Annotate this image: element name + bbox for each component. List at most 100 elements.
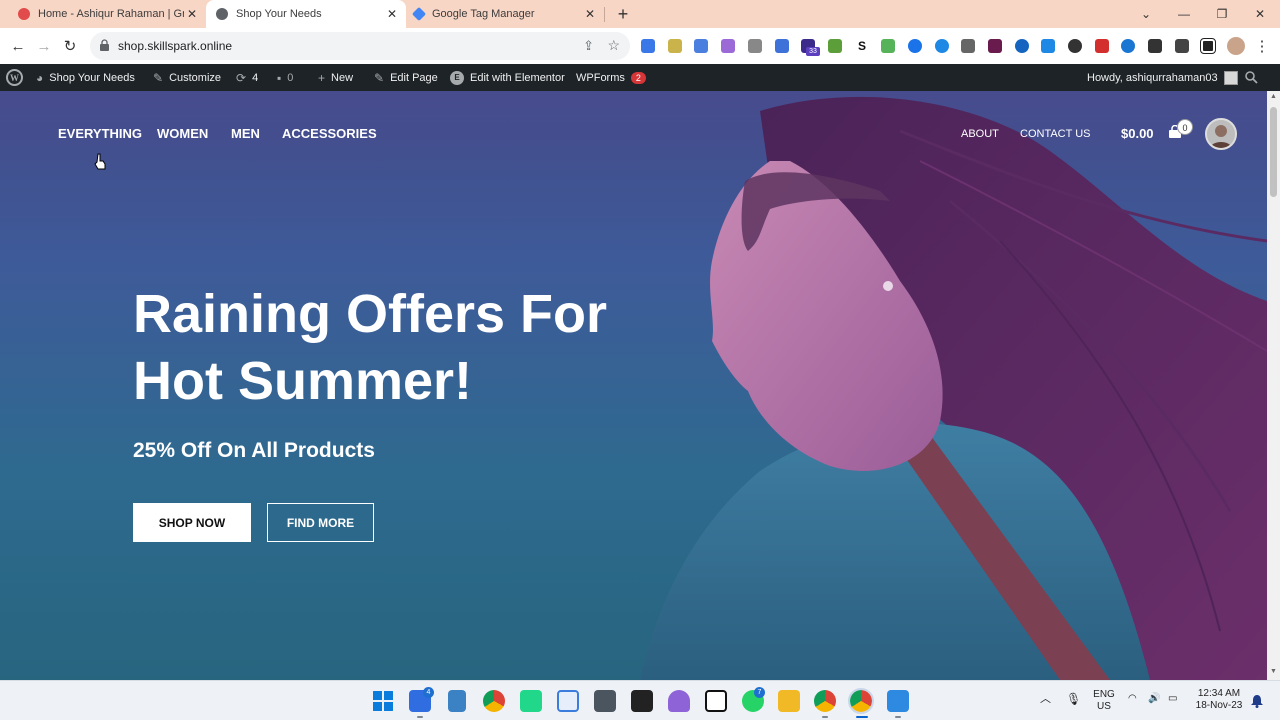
volume-icon[interactable]: 🔊 <box>1148 693 1160 705</box>
profile-avatar-icon[interactable] <box>1227 37 1245 55</box>
notepad-icon[interactable] <box>448 690 466 712</box>
tab-close-icon[interactable]: ✕ <box>384 7 400 21</box>
comments-link[interactable]: ▪ 0 <box>277 64 293 91</box>
puzzle-icon[interactable] <box>1148 39 1162 53</box>
windows-start-icon[interactable] <box>372 690 394 712</box>
tab-shop-your-needs[interactable]: Shop Your Needs ✕ <box>206 0 406 28</box>
extension-icon[interactable] <box>1121 39 1135 53</box>
maximize-button[interactable]: ❐ <box>1202 0 1242 28</box>
menu-kebab-icon[interactable]: ⋮ <box>1250 34 1274 58</box>
extension-icon[interactable] <box>1015 39 1029 53</box>
translate-icon[interactable] <box>694 39 708 53</box>
wpforms-link[interactable]: WPForms 2 <box>576 64 646 91</box>
at-sign-icon[interactable] <box>908 39 922 53</box>
bookmark-star-icon[interactable]: ☆ <box>607 37 620 54</box>
nav-accessories[interactable]: ACCESSORIES <box>282 126 377 141</box>
language-indicator[interactable]: ENG US <box>1092 689 1116 713</box>
plus-icon: + <box>318 70 326 85</box>
extension-icon[interactable] <box>748 39 762 53</box>
new-content-link[interactable]: + New <box>318 64 353 91</box>
tab-favicon-icon <box>18 8 30 20</box>
forward-arrow-icon[interactable]: → <box>32 34 56 58</box>
battery-icon[interactable]: ▭ <box>1168 693 1177 705</box>
cart-total[interactable]: $0.00 <box>1121 126 1154 141</box>
scrollbar-thumb[interactable] <box>1270 107 1277 197</box>
todo-badge: 4 <box>423 687 434 698</box>
shop-now-button[interactable]: SHOP NOW <box>133 503 251 542</box>
extension-icon[interactable] <box>668 39 682 53</box>
find-more-button[interactable]: FIND MORE <box>267 503 374 542</box>
comments-count: 0 <box>287 71 294 84</box>
notion-icon[interactable] <box>705 690 727 712</box>
user-avatar[interactable] <box>1205 118 1237 150</box>
wpforms-notification-badge: 2 <box>630 71 646 84</box>
chrome-icon[interactable] <box>814 690 836 712</box>
chrome-icon[interactable] <box>483 690 505 712</box>
nav-contact-us[interactable]: CONTACT US <box>1020 128 1091 140</box>
new-tab-button[interactable]: + <box>612 3 634 25</box>
nav-everything[interactable]: EVERYTHING <box>58 126 142 141</box>
snipping-tool-icon[interactable] <box>557 690 579 712</box>
pdf-icon[interactable] <box>1095 39 1109 53</box>
extension-icon[interactable] <box>641 39 655 53</box>
sticky-notes-icon[interactable] <box>631 690 653 712</box>
tab-google-tag-manager[interactable]: Google Tag Manager ✕ <box>406 0 604 28</box>
wordpress-icon: W <box>6 69 23 86</box>
admin-search-icon[interactable] <box>1245 64 1258 91</box>
tab-close-icon[interactable]: ✕ <box>184 7 200 21</box>
chevron-up-icon[interactable]: ︿ <box>1040 693 1051 705</box>
minimize-button[interactable]: — <box>1164 0 1204 28</box>
extension-icon[interactable] <box>988 39 1002 53</box>
nav-women[interactable]: WOMEN <box>157 126 208 141</box>
notification-bell-icon[interactable] <box>1250 694 1264 708</box>
nav-men[interactable]: MEN <box>231 126 260 141</box>
side-panel-icon[interactable] <box>1200 38 1216 54</box>
microphone-icon[interactable]: 🎙 <box>1066 693 1081 705</box>
chrome-profile-icon[interactable] <box>848 688 874 714</box>
user-avatar-icon <box>1207 120 1235 148</box>
file-explorer-icon[interactable] <box>778 690 800 712</box>
edit-page-label: Edit Page <box>390 71 438 84</box>
customize-link[interactable]: ✎ Customize <box>153 64 221 91</box>
tab-search-button[interactable]: ⌄ <box>1126 0 1166 28</box>
elementor-label: Edit with Elementor <box>470 71 565 84</box>
whatsapp-badge: 7 <box>754 687 765 698</box>
obsidian-icon[interactable] <box>668 690 690 712</box>
back-arrow-icon[interactable]: ← <box>6 34 30 58</box>
admin-site-link[interactable]: ◕ Shop Your Needs <box>36 64 135 91</box>
reading-list-icon[interactable] <box>1175 39 1189 53</box>
s-extension-icon[interactable]: S <box>855 39 869 53</box>
extension-icon[interactable] <box>828 39 842 53</box>
edit-page-link[interactable]: ✎ Edit Page <box>374 64 438 91</box>
tab-close-icon[interactable]: ✕ <box>582 7 598 21</box>
lock-icon <box>100 39 109 51</box>
tab-home[interactable]: Home - Ashiqur Rahaman | Grov ✕ <box>10 0 206 28</box>
active-indicator <box>856 716 868 718</box>
pycharm-icon[interactable] <box>520 690 542 712</box>
scroll-up-arrow-icon[interactable]: ▲ <box>1270 93 1277 100</box>
extension-icon[interactable] <box>935 39 949 53</box>
account-menu[interactable]: Howdy, ashiqurrahaman03 <box>1087 64 1238 91</box>
address-bar[interactable]: shop.skillspark.online ⇪ ☆ <box>90 32 630 60</box>
close-window-button[interactable]: ✕ <box>1240 0 1280 28</box>
updates-link[interactable]: ⟳ 4 <box>236 64 258 91</box>
clock[interactable]: 12:34 AM 18-Nov-23 <box>1192 688 1246 712</box>
page-scrollbar[interactable]: ▲ ▼ <box>1267 91 1280 680</box>
camera-app-icon[interactable] <box>887 690 909 712</box>
extension-icon[interactable] <box>1068 39 1082 53</box>
updates-icon: ⟳ <box>236 70 247 85</box>
calculator-icon[interactable] <box>594 690 616 712</box>
scroll-down-arrow-icon[interactable]: ▼ <box>1270 668 1277 675</box>
extension-icon[interactable] <box>775 39 789 53</box>
nav-about[interactable]: ABOUT <box>961 128 999 140</box>
url-text: shop.skillspark.online <box>118 39 233 53</box>
edit-with-elementor-link[interactable]: E Edit with Elementor <box>450 64 565 91</box>
wifi-icon[interactable]: ◠ <box>1128 693 1137 705</box>
extension-icon[interactable] <box>721 39 735 53</box>
extension-icon[interactable] <box>961 39 975 53</box>
share-icon[interactable]: ⇪ <box>583 38 594 54</box>
extension-icon[interactable] <box>881 39 895 53</box>
camera-icon[interactable] <box>1041 39 1055 53</box>
wordpress-logo-icon[interactable]: W <box>6 64 23 91</box>
reload-icon[interactable]: ↻ <box>58 34 82 58</box>
